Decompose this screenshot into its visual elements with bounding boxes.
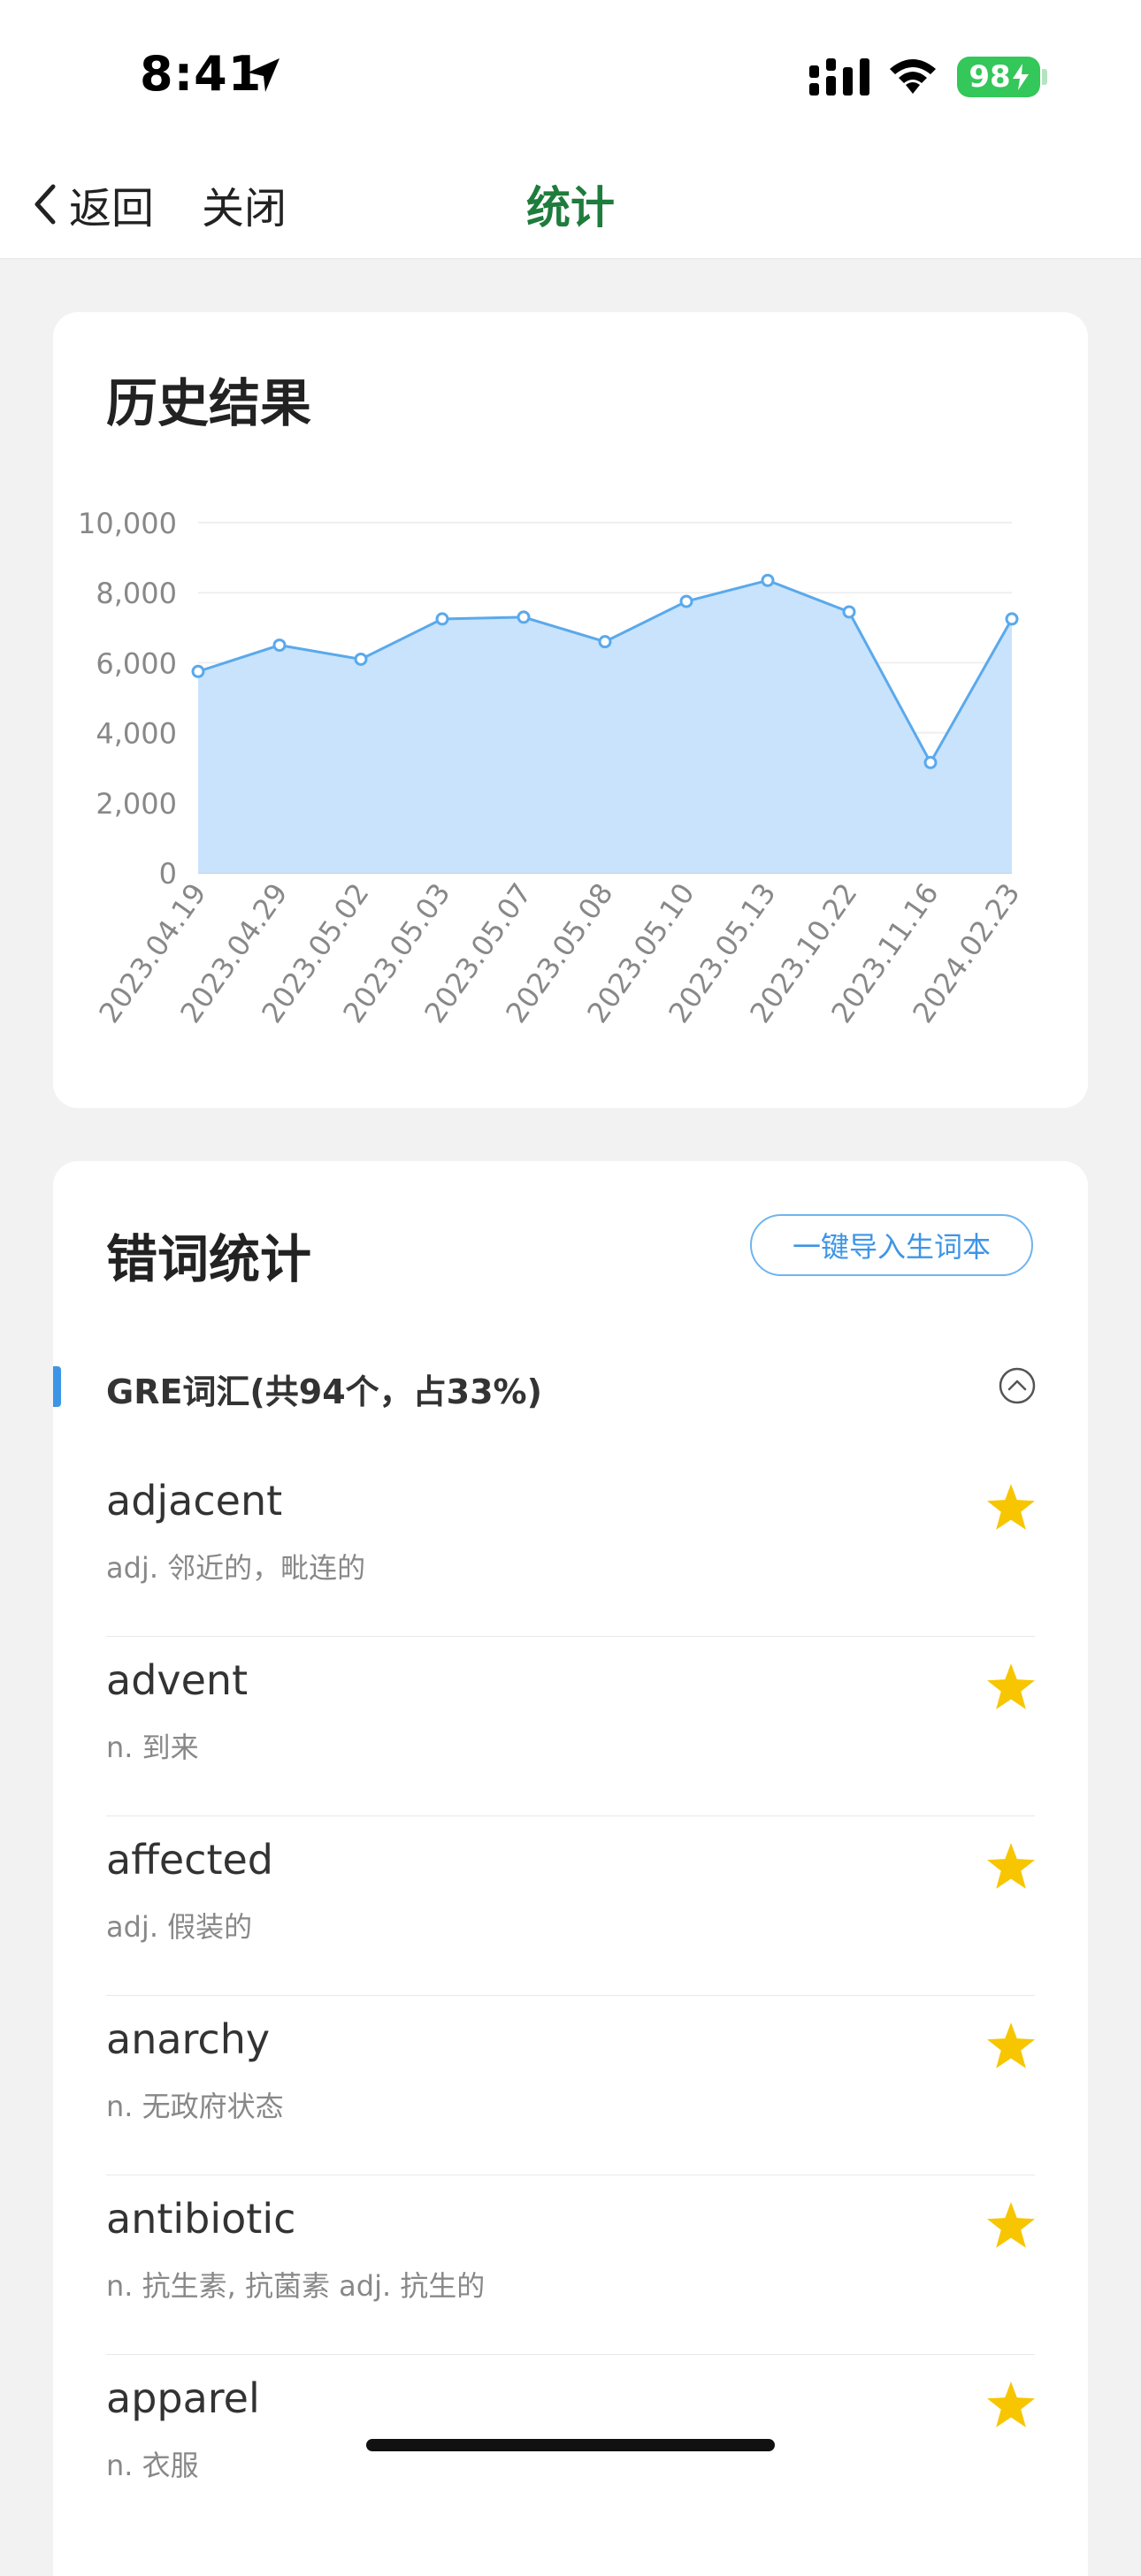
home-indicator (366, 2439, 775, 2451)
data-point (354, 652, 368, 666)
word-text: affected (106, 1836, 274, 1884)
import-to-vocab-button[interactable]: 一键导入生词本 (750, 1214, 1033, 1276)
status-bar: 8:41 98 (0, 0, 1141, 150)
word-text: advent (106, 1656, 249, 1704)
battery-indicator: 98 (957, 57, 1040, 97)
data-point (761, 573, 775, 587)
word-item[interactable]: anarchy n. 无政府状态 (106, 1996, 1035, 2175)
history-card: 历史结果 0 2,000 4,000 6,000 8,000 10,000 2023.04.… (53, 312, 1088, 1108)
data-point (679, 594, 693, 608)
star-icon[interactable] (987, 1843, 1035, 1889)
word-text: antibiotic (106, 2195, 296, 2243)
wrong-words-title: 错词统计 (106, 1229, 312, 1289)
word-meaning: n. 抗生素, 抗菌素 adj. 抗生的 (106, 2269, 486, 2303)
star-icon[interactable] (987, 1484, 1035, 1530)
data-point (517, 610, 531, 624)
section-title: GRE词汇(共94个，占33%) (106, 1372, 542, 1411)
data-point (272, 638, 287, 653)
data-point (923, 755, 938, 769)
data-point (842, 605, 856, 619)
word-item[interactable]: antibiotic n. 抗生素, 抗菌素 adj. 抗生的 (106, 2175, 1035, 2355)
y-tick-label: 8,000 (96, 577, 177, 610)
word-text: anarchy (106, 2015, 271, 2063)
wifi-icon (890, 59, 936, 94)
location-arrow-icon (248, 58, 280, 92)
y-tick-label: 4,000 (96, 717, 177, 751)
word-meaning: n. 到来 (106, 1731, 199, 1764)
word-list: adjacent adj. 邻近的，毗连的 advent n. 到来 affec… (106, 1457, 1035, 2534)
word-item[interactable]: affected adj. 假装的 (106, 1816, 1035, 1996)
data-point (598, 635, 612, 649)
data-point (191, 664, 205, 678)
charging-bolt-icon (1012, 64, 1029, 90)
star-icon[interactable] (987, 2381, 1035, 2427)
word-meaning: adj. 假装的 (106, 1910, 253, 1944)
data-point (1005, 612, 1019, 626)
section-marker (53, 1366, 61, 1407)
battery-level: 98 (969, 59, 1011, 95)
y-tick-label: 6,000 (96, 646, 177, 680)
status-time: 8:41 (140, 46, 263, 102)
star-icon[interactable] (987, 2202, 1035, 2248)
chevron-up-circle-icon[interactable] (998, 1366, 1037, 1405)
area-fill (198, 580, 1012, 873)
page-title: 统计 (526, 182, 615, 233)
word-text: apparel (106, 2374, 260, 2422)
star-icon[interactable] (987, 1663, 1035, 1709)
battery-cap (1042, 69, 1047, 85)
y-tick-label: 0 (159, 857, 177, 891)
star-icon[interactable] (987, 2022, 1035, 2068)
word-meaning: n. 衣服 (106, 2449, 199, 2482)
data-point (435, 612, 449, 626)
word-item[interactable]: advent n. 到来 (106, 1637, 1035, 1816)
y-tick-label: 10,000 (78, 507, 177, 540)
word-text: adjacent (106, 1477, 283, 1525)
y-tick-label: 2,000 (96, 787, 177, 821)
cellular-signal-icon (809, 58, 869, 96)
word-meaning: adj. 邻近的，毗连的 (106, 1551, 366, 1585)
word-item[interactable]: adjacent adj. 邻近的，毗连的 (106, 1457, 1035, 1637)
navigation-bar: 返回 关闭 统计 (0, 150, 1141, 259)
word-meaning: n. 无政府状态 (106, 2090, 284, 2123)
wrong-words-card: 错词统计 一键导入生词本 GRE词汇(共94个，占33%) adjacent a… (53, 1161, 1088, 2576)
history-chart: 02,0004,0006,0008,00010,0002023.04.19202… (78, 507, 1027, 1029)
